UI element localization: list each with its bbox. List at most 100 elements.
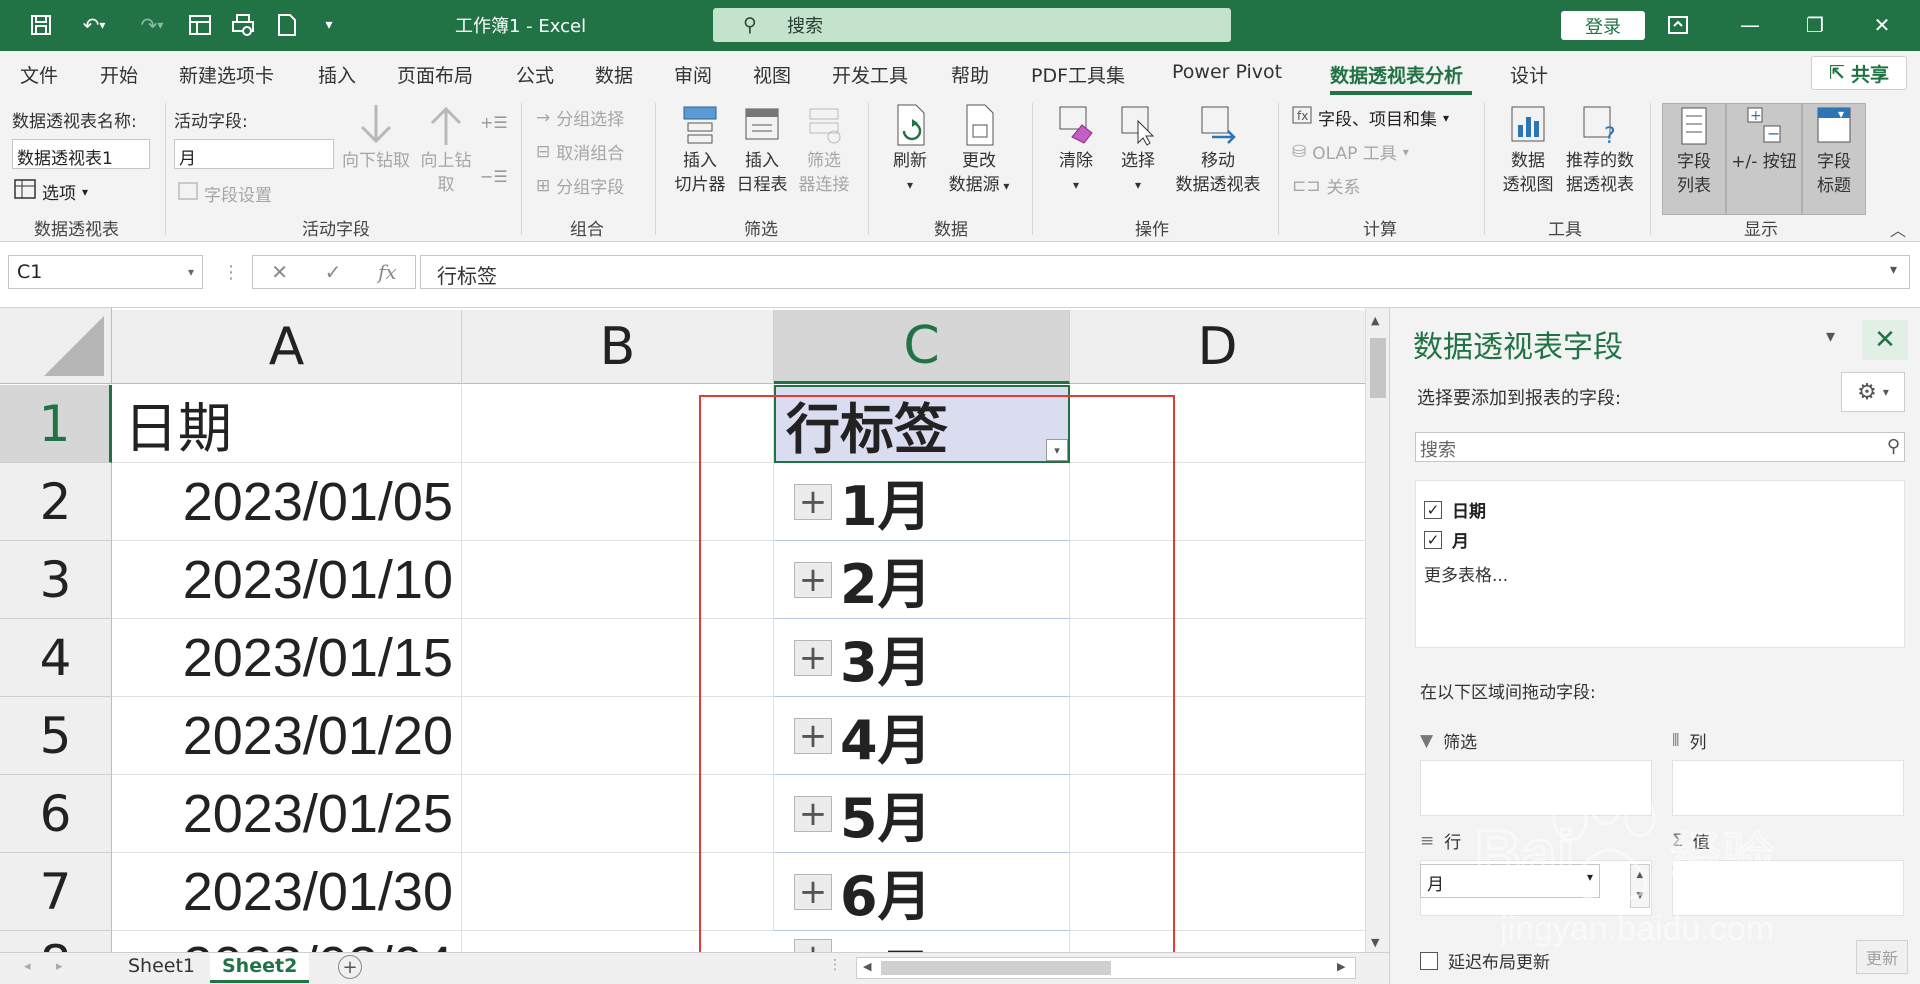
field-item-date[interactable]: ✓ 日期: [1424, 497, 1486, 522]
cell-b2[interactable]: [462, 463, 774, 541]
filter-connections-button[interactable]: 筛选 器连接: [792, 103, 856, 197]
row-header-5[interactable]: 5: [0, 697, 112, 775]
scroll-thumb[interactable]: [1370, 338, 1386, 398]
expand-plus-icon[interactable]: +: [794, 560, 832, 600]
formula-input[interactable]: 行标签: [420, 255, 1910, 289]
update-button[interactable]: 更新: [1856, 940, 1908, 974]
search-input[interactable]: ⚲ 搜索: [713, 8, 1231, 42]
undo-icon[interactable]: ↶ ▾: [70, 10, 118, 40]
tab-home[interactable]: 开始: [100, 61, 138, 88]
cell-b3[interactable]: [462, 541, 774, 619]
cell-b7[interactable]: [462, 853, 774, 931]
cell-a5[interactable]: 2023/01/20: [112, 697, 462, 775]
customize-qat-icon[interactable]: ▾: [316, 10, 342, 40]
expand-plus-icon[interactable]: +: [794, 937, 832, 952]
recommended-pivot-button[interactable]: ? 推荐的数 据透视表: [1558, 103, 1642, 197]
fields-items-sets-button[interactable]: fx 字段、项目和集 ▾: [1292, 105, 1449, 130]
field-headers-button[interactable]: ▼ 字段 标题: [1802, 103, 1866, 215]
vertical-scrollbar[interactable]: ▲ ▼: [1365, 308, 1389, 958]
more-tables-link[interactable]: 更多表格...: [1424, 561, 1508, 586]
cell-d2[interactable]: [1070, 463, 1365, 541]
olap-tools-button[interactable]: ⛁ OLAP 工具 ▾: [1292, 139, 1409, 165]
pane-settings-button[interactable]: ⚙ ▾: [1841, 372, 1905, 412]
expand-plus-icon[interactable]: +: [794, 794, 832, 834]
row-header-4[interactable]: 4: [0, 619, 112, 697]
row-header-8[interactable]: 8: [0, 931, 112, 952]
group-selection-button[interactable]: → 分组选择: [536, 105, 624, 131]
select-all-corner[interactable]: [0, 308, 112, 384]
cell-b1[interactable]: [462, 385, 774, 463]
cell-b4[interactable]: [462, 619, 774, 697]
expand-field-icon[interactable]: +☰: [480, 113, 508, 132]
column-header-a[interactable]: A: [112, 310, 462, 384]
row-header-1[interactable]: 1: [0, 385, 112, 463]
cell-a8[interactable]: 2023/02/04: [112, 931, 462, 952]
tab-view[interactable]: 视图: [753, 61, 791, 88]
column-header-b[interactable]: B: [462, 310, 774, 384]
expand-formula-icon[interactable]: ▾: [1890, 262, 1897, 278]
name-box[interactable]: C1 ▾: [8, 255, 203, 289]
ungroup-button[interactable]: ⊟ 取消组合: [536, 139, 624, 165]
close-icon[interactable]: ✕: [1862, 10, 1902, 40]
pivot-item-7[interactable]: +7月: [774, 931, 1070, 952]
tab-split-handle[interactable]: ⋮: [828, 957, 842, 973]
field-search-input[interactable]: 搜索 ⚲: [1415, 432, 1905, 462]
tab-review[interactable]: 审阅: [674, 61, 712, 88]
cell-d3[interactable]: [1070, 541, 1365, 619]
clear-button[interactable]: 清除 ▾: [1044, 103, 1108, 197]
field-item-month[interactable]: ✓ 月: [1424, 527, 1469, 552]
tab-design[interactable]: 设计: [1510, 61, 1548, 88]
redo-icon[interactable]: ↷ ▾: [128, 10, 176, 40]
horizontal-scroll-thumb[interactable]: [881, 961, 1111, 975]
spreadsheet-grid[interactable]: A B C D 1 2 3 4 5 6 7 8 日期 2023/01/05 20…: [0, 308, 1365, 952]
tab-pivot-analyze[interactable]: 数据透视表分析: [1330, 61, 1463, 88]
tab-file[interactable]: 文件: [20, 61, 58, 88]
row-header-2[interactable]: 2: [0, 463, 112, 541]
cell-b6[interactable]: [462, 775, 774, 853]
checkbox-checked-icon[interactable]: ✓: [1424, 500, 1442, 519]
options-button[interactable]: 选项 ▾: [14, 179, 88, 204]
refresh-button[interactable]: 刷新 ▾: [878, 103, 942, 197]
active-field-input[interactable]: 月: [174, 139, 334, 169]
next-sheet-icon[interactable]: ▸: [56, 959, 63, 974]
pivot-name-input[interactable]: 数据透视表1: [12, 139, 150, 169]
change-source-button[interactable]: 更改 数据源 ▾: [944, 103, 1014, 198]
drill-down-button[interactable]: 向下钻取: [340, 103, 412, 173]
insert-function-icon[interactable]: fx: [378, 260, 397, 284]
group-field-button[interactable]: ⊞ 分组字段: [536, 173, 624, 199]
plus-minus-buttons-button[interactable]: + − +/- 按钮: [1726, 103, 1802, 215]
checkbox-unchecked-icon[interactable]: [1420, 951, 1438, 970]
column-header-c[interactable]: C: [774, 310, 1070, 384]
expand-plus-icon[interactable]: +: [794, 482, 832, 522]
pivot-chart-button[interactable]: 数据 透视图: [1496, 103, 1560, 197]
move-pivot-button[interactable]: 移动 数据透视表: [1168, 103, 1268, 197]
pivot-item-5[interactable]: +5月: [774, 775, 1070, 853]
login-button[interactable]: 登录: [1561, 11, 1645, 40]
row-header-3[interactable]: 3: [0, 541, 112, 619]
pivot-item-1[interactable]: +1月: [774, 463, 1070, 541]
tab-power-pivot[interactable]: Power Pivot: [1172, 61, 1282, 83]
column-header-d[interactable]: D: [1070, 310, 1365, 384]
insert-slicer-button[interactable]: 插入 切片器: [668, 103, 732, 197]
tab-pdf-tools[interactable]: PDF工具集: [1031, 61, 1125, 88]
tab-new[interactable]: 新建选项卡: [179, 61, 274, 88]
collapse-ribbon-icon[interactable]: ︿: [1890, 217, 1906, 241]
rows-area-item-month[interactable]: 月 ▾: [1420, 864, 1600, 898]
cell-a2[interactable]: 2023/01/05: [112, 463, 462, 541]
field-list-button[interactable]: 字段 列表: [1662, 103, 1726, 215]
values-area[interactable]: [1672, 860, 1904, 916]
horizontal-scrollbar[interactable]: ◀ ▶: [856, 957, 1356, 979]
scroll-right-icon[interactable]: ▶: [1337, 960, 1345, 973]
scroll-left-icon[interactable]: ◀: [863, 960, 871, 973]
enter-icon[interactable]: ✓: [325, 260, 342, 284]
defer-update-checkbox[interactable]: 延迟布局更新: [1420, 948, 1550, 973]
drill-up-button[interactable]: 向上钻 取: [416, 103, 476, 197]
scroll-down-icon[interactable]: ▼: [1371, 936, 1379, 949]
cell-c1-pivot-header[interactable]: 行标签 ▾: [774, 385, 1070, 463]
row-header-6[interactable]: 6: [0, 775, 112, 853]
expand-plus-icon[interactable]: +: [794, 872, 832, 912]
save-icon[interactable]: [26, 10, 56, 40]
cell-d7[interactable]: [1070, 853, 1365, 931]
tab-insert[interactable]: 插入: [318, 61, 356, 88]
print-preview-icon[interactable]: [228, 10, 258, 40]
